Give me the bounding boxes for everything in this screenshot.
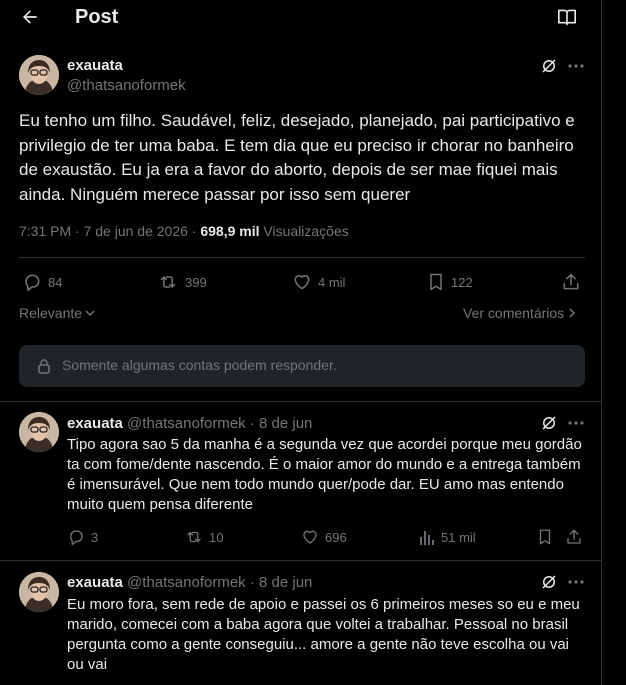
post-meta: 7:31 PM · 7 de jun de 2026 · 698,9 mil V… bbox=[19, 222, 349, 240]
reply-author-handle[interactable]: @thatsanoformek bbox=[127, 574, 246, 591]
reply-author-name[interactable]: exauata bbox=[67, 574, 123, 591]
like-count: 4 mil bbox=[318, 274, 346, 290]
reply-icon bbox=[67, 528, 85, 546]
more-options-icon[interactable] bbox=[565, 413, 587, 433]
divider bbox=[0, 401, 601, 402]
repost-count: 10 bbox=[209, 529, 224, 545]
bookmark-button[interactable]: 122 bbox=[427, 272, 473, 292]
author-handle[interactable]: @thatsanoformek bbox=[67, 77, 186, 94]
like-button[interactable]: 696 bbox=[301, 528, 347, 546]
post-timestamp[interactable]: 7:31 PM · 7 de jun de 2026 · bbox=[19, 223, 200, 239]
more-options-icon[interactable] bbox=[565, 572, 587, 592]
bookmark-icon[interactable] bbox=[536, 528, 554, 546]
sort-label: Relevante bbox=[19, 305, 83, 321]
divider bbox=[19, 257, 585, 258]
like-count: 696 bbox=[325, 529, 347, 545]
grok-icon[interactable] bbox=[538, 56, 560, 76]
avatar[interactable] bbox=[19, 412, 59, 452]
repost-icon bbox=[157, 272, 179, 292]
reply-header: exauata @thatsanoformek · 8 de jun bbox=[67, 415, 312, 432]
repost-count: 399 bbox=[185, 274, 207, 290]
heart-icon bbox=[292, 272, 312, 292]
reply-count: 3 bbox=[91, 529, 99, 545]
share-icon[interactable] bbox=[565, 528, 583, 546]
analytics-icon bbox=[419, 528, 435, 546]
bookmark-icon bbox=[427, 272, 445, 292]
views-button[interactable]: 51 mil bbox=[419, 528, 476, 546]
avatar[interactable] bbox=[19, 572, 59, 612]
heart-icon bbox=[301, 528, 319, 546]
reply-author-handle[interactable]: @thatsanoformek bbox=[127, 415, 246, 432]
page-title: Post bbox=[75, 6, 119, 28]
reply-restriction-text: Somente algumas contas podem responder. bbox=[62, 357, 337, 373]
avatar[interactable] bbox=[19, 55, 59, 95]
reply-author-name[interactable]: exauata bbox=[67, 415, 123, 432]
divider bbox=[0, 560, 601, 561]
more-options-icon[interactable] bbox=[565, 56, 587, 76]
reply-date[interactable]: · 8 de jun bbox=[250, 574, 313, 591]
share-icon[interactable] bbox=[560, 272, 582, 292]
view-comments-link[interactable]: Ver comentários bbox=[463, 305, 577, 321]
reply-button[interactable]: 3 bbox=[67, 528, 98, 546]
view-comments-label: Ver comentários bbox=[463, 305, 565, 321]
repost-button[interactable]: 399 bbox=[157, 272, 207, 292]
main-column: Post exauata @thatsanoformek Eu tenho um… bbox=[0, 0, 602, 685]
author-name[interactable]: exauata bbox=[67, 57, 123, 74]
back-arrow-icon[interactable] bbox=[18, 6, 42, 28]
reply-text: Eu moro fora, sem rede de apoio e passei… bbox=[67, 596, 580, 673]
grok-icon[interactable] bbox=[538, 413, 560, 433]
lock-icon bbox=[36, 357, 52, 375]
reply-date[interactable]: · 8 de jun bbox=[250, 415, 313, 432]
grok-icon[interactable] bbox=[538, 572, 560, 592]
chevron-down-icon bbox=[84, 307, 96, 319]
reply-text: Tipo agora sao 5 da manha é a segunda ve… bbox=[67, 436, 582, 513]
bookmark-count: 122 bbox=[451, 274, 473, 290]
like-button[interactable]: 4 mil bbox=[292, 272, 345, 292]
reply-header: exauata @thatsanoformek · 8 de jun bbox=[67, 574, 312, 591]
chevron-right-icon bbox=[567, 307, 577, 319]
sort-relevant-dropdown[interactable]: Relevante bbox=[19, 305, 96, 321]
reply-icon bbox=[22, 272, 42, 292]
views-label: Visualizações bbox=[259, 223, 349, 239]
views-count: 698,9 mil bbox=[200, 223, 260, 239]
reader-mode-icon[interactable] bbox=[556, 6, 578, 28]
reply-button[interactable]: 84 bbox=[22, 272, 62, 292]
views-count: 51 mil bbox=[441, 529, 476, 545]
repost-icon bbox=[185, 528, 203, 546]
reply-count: 84 bbox=[48, 274, 63, 290]
repost-button[interactable]: 10 bbox=[185, 528, 223, 546]
post-text: Eu tenho um filho. Saudável, feliz, dese… bbox=[19, 111, 575, 204]
